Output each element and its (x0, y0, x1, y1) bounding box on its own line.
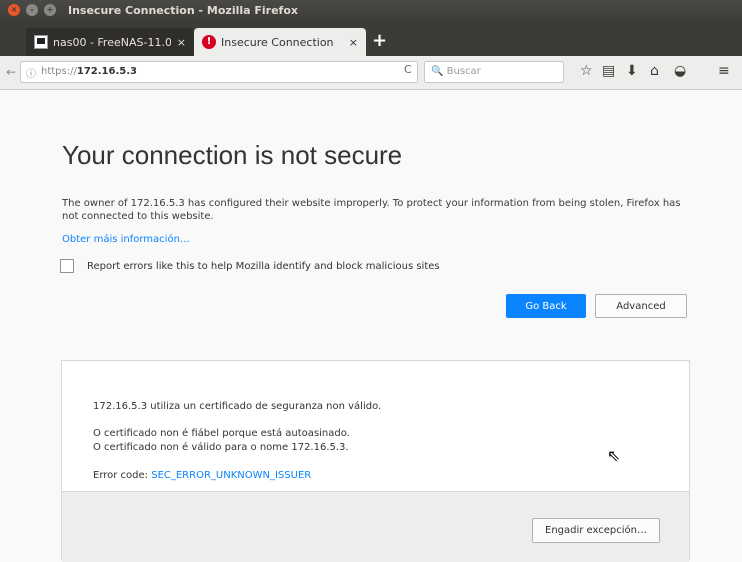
advanced-panel: 172.16.5.3 utiliza un certificado de seg… (61, 360, 690, 562)
error-code-link[interactable]: SEC_ERROR_UNKNOWN_ISSUER (151, 470, 311, 481)
download-icon[interactable]: ⬇ (626, 64, 638, 78)
advanced-panel-footer: Engadir excepción… (62, 491, 689, 562)
window-title: Insecure Connection - Mozilla Firefox (68, 4, 298, 17)
cert-invalid-text: 172.16.5.3 utiliza un certificado de seg… (93, 401, 382, 412)
url-text[interactable]: https://172.16.5.3 (41, 66, 137, 77)
back-arrow-icon[interactable]: ← (6, 65, 16, 79)
page-title: Your connection is not secure (62, 140, 403, 170)
navigation-toolbar: ← ⓘ https://172.16.5.3 C 🔍 Buscar ☆ ▤ ⬇ … (0, 56, 742, 90)
tab-insecure-connection[interactable]: ! Insecure Connection × (194, 28, 366, 56)
reload-icon[interactable]: C (404, 63, 412, 76)
learn-more-link[interactable]: Obter máis información… (62, 234, 190, 245)
url-bar[interactable]: ⓘ https://172.16.5.3 (20, 61, 418, 83)
error-page: Your connection is not secure The owner … (0, 90, 742, 562)
report-errors-checkbox[interactable] (60, 259, 74, 273)
error-code-prefix: Error code: (93, 470, 152, 481)
cert-self-signed-text: O certificado non é fiábel porque está a… (93, 428, 350, 439)
go-back-button[interactable]: Go Back (506, 294, 586, 318)
tab-freenas[interactable]: nas00 - FreeNAS-11.0 - × (26, 28, 194, 56)
tab-label: Insecure Connection (221, 35, 334, 49)
advanced-button[interactable]: Advanced (595, 294, 687, 318)
pocket-icon[interactable]: ◒ (674, 64, 686, 78)
url-host: 172.16.5.3 (76, 66, 137, 77)
error-code-line: Error code: SEC_ERROR_UNKNOWN_ISSUER (93, 470, 311, 481)
home-icon[interactable]: ⌂ (650, 64, 659, 78)
error-description: The owner of 172.16.5.3 has configured t… (62, 198, 681, 222)
tab-label: nas00 - FreeNAS-11.0 - (53, 35, 171, 49)
hamburger-menu-icon[interactable]: ≡ (718, 64, 730, 78)
window-minimize-button[interactable]: – (26, 4, 38, 16)
new-tab-button[interactable]: + (372, 32, 387, 50)
window-title-bar: × – + Insecure Connection - Mozilla Fire… (0, 0, 742, 22)
cert-name-mismatch-text: O certificado non é válido para o nome 1… (93, 442, 349, 453)
tab-strip: nas00 - FreeNAS-11.0 - × ! Insecure Conn… (0, 22, 742, 56)
report-errors-label[interactable]: Report errors like this to help Mozilla … (87, 261, 440, 272)
window-close-button[interactable]: × (8, 4, 20, 16)
bookmark-star-icon[interactable]: ☆ (580, 64, 593, 78)
library-icon[interactable]: ▤ (602, 64, 615, 78)
window-maximize-button[interactable]: + (44, 4, 56, 16)
site-info-icon[interactable]: ⓘ (26, 65, 36, 80)
url-scheme: https:// (41, 66, 77, 77)
tab-close-icon[interactable]: × (349, 36, 358, 49)
mouse-cursor-icon: ⇖ (607, 446, 621, 465)
tab-close-icon[interactable]: × (177, 36, 186, 49)
freenas-favicon-icon (34, 35, 48, 49)
search-input[interactable]: 🔍 Buscar (424, 61, 564, 83)
warning-favicon-icon: ! (202, 35, 216, 49)
add-exception-button[interactable]: Engadir excepción… (532, 518, 660, 543)
